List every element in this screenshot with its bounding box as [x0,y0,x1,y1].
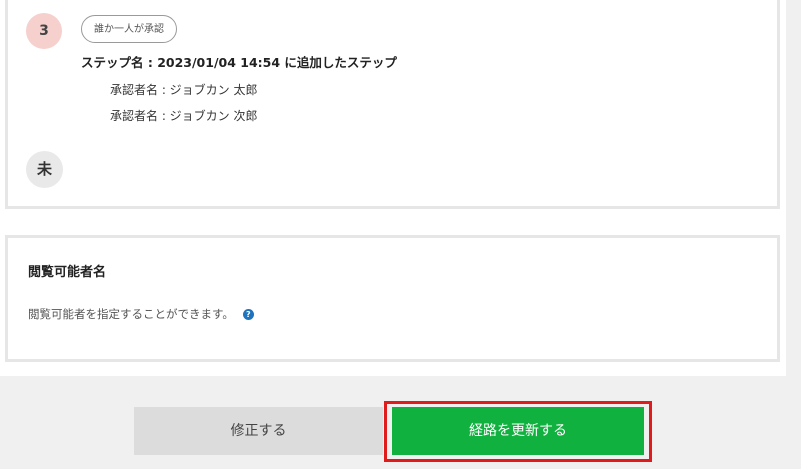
help-icon[interactable]: ? [242,308,254,320]
viewers-description: 閲覧可能者を指定することができます。 ? [28,306,254,322]
step-number-badge: 3 [26,13,62,49]
viewers-card [5,235,780,362]
step-name: ステップ名 : 2023/01/04 14:54 に追加したステップ [81,55,397,70]
viewers-title: 閲覧可能者名 [28,265,107,280]
modify-button[interactable]: 修正する [134,407,383,455]
approval-type-badge: 誰か一人が承認 [81,15,177,43]
route-end-badge: 未 [26,151,63,188]
viewers-description-text: 閲覧可能者を指定することができます。 [28,307,234,321]
approver-name: 承認者名 : ジョブカン 太郎 [110,83,258,97]
approver-name: 承認者名 : ジョブカン 次郎 [110,109,258,123]
update-route-button[interactable]: 経路を更新する [392,407,644,455]
